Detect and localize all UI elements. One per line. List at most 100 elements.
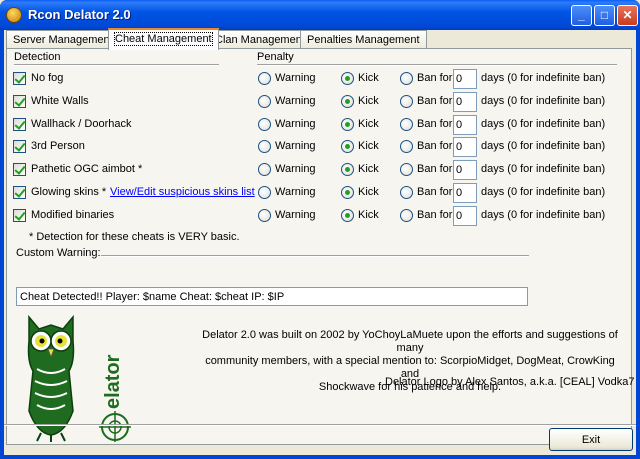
ban-days-input[interactable] xyxy=(453,137,477,158)
window-frame-bottom xyxy=(0,455,640,459)
ban-days-input[interactable] xyxy=(453,69,477,89)
cheat-row: Wallhack / Doorhack Warning Kick Ban for day… xyxy=(7,114,633,135)
ban-radio[interactable] xyxy=(400,94,413,108)
kick-radio[interactable] xyxy=(341,208,354,222)
ban-radio[interactable] xyxy=(400,140,413,154)
kick-radio[interactable] xyxy=(341,117,354,131)
cheat-checkbox[interactable] xyxy=(13,94,26,108)
window-frame-right xyxy=(636,30,640,459)
penalty-header: Penalty xyxy=(257,51,294,63)
cheat-row: 3rd Person Warning Kick Ban for days (0 for … xyxy=(7,137,633,158)
custom-warning-input[interactable] xyxy=(16,287,528,306)
days-note: days (0 for indefinite ban) xyxy=(481,117,606,130)
window-title: Rcon Delator 2.0 xyxy=(28,7,131,22)
cheat-row: White Walls Warning Kick Ban for days (0 for… xyxy=(7,91,633,112)
days-note: days (0 for indefinite ban) xyxy=(481,186,606,198)
cheat-checkbox[interactable] xyxy=(13,140,26,154)
ban-label: Ban for xyxy=(417,72,453,84)
app-window: Rcon Delator 2.0 _ □ ✕ Server Management… xyxy=(0,0,640,459)
ban-radio[interactable] xyxy=(400,72,413,85)
tab-label: Clan Management xyxy=(215,34,305,46)
cheat-row: Modified binaries Warning Kick Ban for days … xyxy=(7,205,633,226)
days-note: days (0 for indefinite ban) xyxy=(481,208,606,221)
warning-label: Warning xyxy=(275,163,316,176)
close-button[interactable]: ✕ xyxy=(617,5,638,26)
logo-text: elator xyxy=(102,354,124,409)
cheat-management-panel: Detection Penalty No fog Warning Kick Ban f… xyxy=(6,48,635,445)
days-note: days (0 for indefinite ban) xyxy=(481,163,606,176)
tab-cheat-management[interactable]: Cheat Management xyxy=(108,28,219,50)
ban-radio[interactable] xyxy=(400,186,413,199)
ban-label: Ban for xyxy=(417,140,453,153)
tab-clan-management[interactable]: Clan Management xyxy=(208,30,312,49)
warning-label: Warning xyxy=(275,140,316,153)
days-note: days (0 for indefinite ban) xyxy=(481,94,606,107)
basic-detection-note: * Detection for these cheats is VERY bas… xyxy=(29,231,240,243)
warning-radio[interactable] xyxy=(258,208,271,222)
ban-radio[interactable] xyxy=(400,208,413,222)
ban-days-input[interactable] xyxy=(453,91,477,112)
warning-radio[interactable] xyxy=(258,186,271,199)
kick-label: Kick xyxy=(358,72,379,84)
ban-days-input[interactable] xyxy=(453,114,477,135)
cheat-row: No fog Warning Kick Ban for days (0 for inde… xyxy=(7,69,633,89)
cheat-name: Modified binaries xyxy=(31,208,115,221)
warning-radio[interactable] xyxy=(258,117,271,131)
title-bar[interactable]: Rcon Delator 2.0 _ □ ✕ xyxy=(0,0,640,30)
kick-radio[interactable] xyxy=(341,163,354,177)
kick-label: Kick xyxy=(358,208,379,221)
warning-label: Warning xyxy=(275,72,316,84)
exit-button[interactable]: Exit xyxy=(549,428,633,451)
bottom-divider xyxy=(4,424,636,426)
kick-radio[interactable] xyxy=(341,140,354,154)
ban-label: Ban for xyxy=(417,163,453,176)
cheat-row: Glowing skins * View/Edit suspicious skin… xyxy=(7,183,633,203)
warning-radio[interactable] xyxy=(258,72,271,85)
app-icon xyxy=(6,7,22,23)
maximize-button[interactable]: □ xyxy=(594,5,615,26)
custom-warning-divider xyxy=(101,255,529,257)
minimize-button[interactable]: _ xyxy=(571,5,592,26)
ban-days-input[interactable] xyxy=(453,205,477,226)
detection-header: Detection xyxy=(14,51,61,63)
kick-radio[interactable] xyxy=(341,186,354,199)
kick-radio[interactable] xyxy=(341,72,354,85)
tab-server-management[interactable]: Server Management xyxy=(6,30,120,49)
logo-credit: Delator Logo by Alex Santos, a.k.a. [CEA… xyxy=(385,376,635,388)
kick-label: Kick xyxy=(358,117,379,130)
warning-label: Warning xyxy=(275,186,316,198)
kick-label: Kick xyxy=(358,94,379,107)
cheat-checkbox[interactable] xyxy=(13,117,26,131)
tab-label: Cheat Management xyxy=(114,32,213,46)
penalty-divider xyxy=(257,64,617,66)
ban-days-input[interactable] xyxy=(453,160,477,181)
cheat-checkbox[interactable] xyxy=(13,72,26,85)
warning-radio[interactable] xyxy=(258,140,271,154)
warning-radio[interactable] xyxy=(258,163,271,177)
kick-label: Kick xyxy=(358,140,379,153)
cheat-name: 3rd Person xyxy=(31,140,85,153)
cheat-checkbox[interactable] xyxy=(13,186,26,199)
kick-radio[interactable] xyxy=(341,94,354,108)
days-note: days (0 for indefinite ban) xyxy=(481,72,606,84)
cheat-name: Glowing skins * xyxy=(31,186,107,198)
cheat-checkbox[interactable] xyxy=(13,163,26,177)
ban-radio[interactable] xyxy=(400,117,413,131)
custom-warning-label: Custom Warning: xyxy=(16,247,101,259)
kick-label: Kick xyxy=(358,163,379,176)
ban-days-input[interactable] xyxy=(453,183,477,203)
tab-label: Server Management xyxy=(13,34,113,46)
ban-label: Ban for xyxy=(417,117,453,130)
ban-radio[interactable] xyxy=(400,163,413,177)
suspicious-skins-link[interactable]: View/Edit suspicious skins list xyxy=(110,186,255,198)
tab-penalties-management[interactable]: Penalties Management xyxy=(300,30,427,49)
warning-label: Warning xyxy=(275,117,316,130)
ban-label: Ban for xyxy=(417,94,453,107)
cheat-checkbox[interactable] xyxy=(13,208,26,222)
cheat-name: Wallhack / Doorhack xyxy=(31,117,132,130)
tab-label: Penalties Management xyxy=(307,34,420,46)
warning-radio[interactable] xyxy=(258,94,271,108)
detection-divider xyxy=(14,64,219,66)
days-note: days (0 for indefinite ban) xyxy=(481,140,606,153)
client-area: Server Management Cheat Management Clan … xyxy=(4,28,636,455)
